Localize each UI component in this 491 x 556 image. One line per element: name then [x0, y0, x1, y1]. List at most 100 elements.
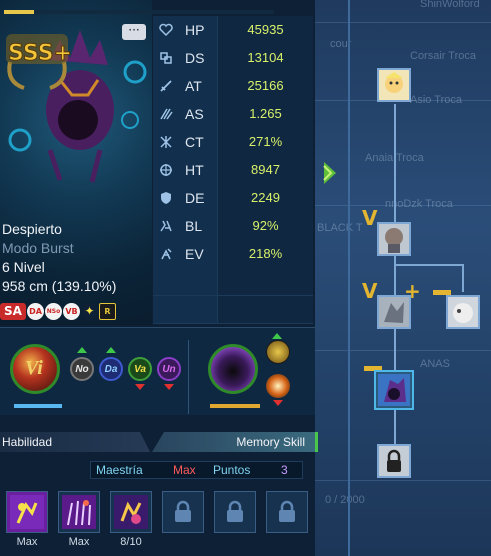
lock-icon — [266, 491, 308, 533]
rank-text: SSS+ — [8, 41, 72, 66]
skill-slot[interactable]: 8/10 — [110, 491, 152, 548]
speed-icon — [153, 99, 179, 128]
stat-label: AT — [179, 71, 217, 100]
digimon-status-panel: SSS+ ··· Despierto Modo Burst 6 Nivel 95… — [0, 0, 318, 556]
skill-slot — [266, 491, 308, 548]
stat-value: 13104 — [217, 43, 313, 72]
mastery-bar: Maestría Max Puntos 3 — [90, 461, 303, 479]
tab-memory-label: Memory Skill — [236, 435, 305, 449]
points-label: Puntos — [213, 463, 251, 477]
size-text: 958 cm (139.10%) — [2, 278, 117, 294]
stat-value: 218% — [217, 239, 313, 268]
skill-slot[interactable]: Max — [6, 491, 48, 548]
mode-text: Modo Burst — [2, 240, 74, 256]
badge-da: DA — [27, 302, 44, 320]
attribute-arrow-down-icon — [273, 400, 283, 406]
stat-row-empty — [153, 296, 313, 324]
stat-value: 92% — [217, 211, 313, 240]
attribute-arrow-down-icon — [135, 384, 145, 390]
bg-text: BLACK T — [317, 222, 363, 234]
skill-slot — [162, 491, 204, 548]
hit-icon — [153, 155, 179, 184]
attribute-va-icon[interactable]: Va — [128, 357, 152, 381]
main-orb-label: Vi — [25, 357, 43, 379]
lock-icon — [162, 491, 204, 533]
skill-level: Max — [68, 536, 90, 548]
awaken-state: Despierto — [2, 221, 62, 237]
stat-label: DE — [179, 183, 217, 212]
stat-row-at: AT 25166 — [153, 71, 313, 100]
evolution-node-rookie[interactable] — [377, 68, 411, 102]
rank-badge: SSS+ — [2, 22, 73, 92]
stat-row-empty — [153, 268, 313, 296]
stat-value: 25166 — [217, 71, 313, 100]
wind-element-icon[interactable] — [266, 340, 290, 364]
vaccine-orb[interactable]: Vi — [10, 344, 60, 394]
stat-label: EV — [179, 239, 217, 268]
stat-row-as: AS 1.265 — [153, 99, 313, 128]
tab-skill[interactable]: Habilidad — [0, 432, 150, 452]
stat-value: 271% — [217, 127, 313, 156]
stat-row-hp: HP 45935 — [153, 15, 313, 44]
stat-value: 1.265 — [217, 99, 313, 128]
orb-progress-bar — [14, 404, 62, 408]
skill-2-icon[interactable] — [58, 491, 100, 533]
tab-row: Habilidad Memory Skill — [0, 432, 318, 452]
light-element-icon[interactable] — [266, 374, 290, 398]
stat-row-ht: HT 8947 — [153, 155, 313, 184]
heart-icon — [153, 15, 179, 44]
skill-slot — [214, 491, 256, 548]
bg-text: ShinWolford — [420, 0, 480, 10]
stats-table: HP 45935 DS 13104 AT 25166 AS 1.265 CT 2… — [153, 15, 313, 324]
evolution-node-current[interactable] — [374, 370, 414, 410]
skill-level: Max — [16, 536, 38, 548]
tab-memory-skill[interactable]: Memory Skill — [152, 432, 318, 452]
dark-element-orb[interactable] — [208, 344, 258, 394]
orb-progress-bar — [210, 404, 260, 408]
ds-icon — [153, 43, 179, 72]
skill-list: Max Max 8/10 — [6, 491, 308, 548]
level-text: 6 Nivel — [2, 259, 45, 275]
evolution-node-champion[interactable] — [377, 222, 411, 256]
skill-level: 8/10 — [120, 536, 142, 548]
attribute-arrow-up-icon — [272, 333, 282, 339]
badge-sa: SA — [0, 302, 26, 320]
stat-label: HP — [179, 15, 217, 44]
stat-row-ev: EV 218% — [153, 239, 313, 268]
stat-row-ds: DS 13104 — [153, 43, 313, 72]
stat-value: 45935 — [217, 15, 313, 44]
attribute-arrow-up-icon — [106, 347, 116, 353]
skill-1-icon[interactable] — [6, 491, 48, 533]
expand-plus-icon[interactable]: + — [404, 279, 421, 303]
skill-slot[interactable]: Max — [58, 491, 100, 548]
stat-label: CT — [179, 127, 217, 156]
stat-value: 2249 — [217, 183, 313, 212]
bg-text: Corsair Troca — [410, 50, 477, 62]
stat-label: DS — [179, 43, 217, 72]
stat-label: BL — [179, 211, 217, 240]
stat-value: 8947 — [217, 155, 313, 184]
attribute-no-icon[interactable]: No — [70, 357, 94, 381]
evade-icon — [153, 239, 179, 268]
stat-label: AS — [179, 99, 217, 128]
critical-icon — [153, 127, 179, 156]
chevron-right-icon[interactable] — [322, 160, 340, 186]
skill-3-icon[interactable] — [110, 491, 152, 533]
attribute-da-icon[interactable]: Da — [99, 357, 123, 381]
bg-text: Asio Troca — [410, 94, 462, 106]
exp-bar-fill — [4, 10, 34, 14]
chat-bubble-icon[interactable]: ··· — [122, 24, 146, 40]
mastery-label: Maestría — [96, 463, 143, 477]
badge-nso: NSo — [45, 302, 62, 320]
evolved-chevron-icon: V — [362, 206, 378, 230]
block-icon — [153, 211, 179, 240]
bg-text: 0 / 2000 — [325, 494, 365, 506]
lock-icon — [214, 491, 256, 533]
stat-label: HT — [179, 155, 217, 184]
badge-r: R — [99, 302, 116, 320]
evolution-node-locked[interactable] — [377, 444, 411, 478]
attribute-un-icon[interactable]: Un — [157, 357, 181, 381]
shield-icon — [153, 183, 179, 212]
evolution-node-ultimate-b[interactable] — [446, 295, 480, 329]
points-value: 3 — [281, 463, 288, 477]
